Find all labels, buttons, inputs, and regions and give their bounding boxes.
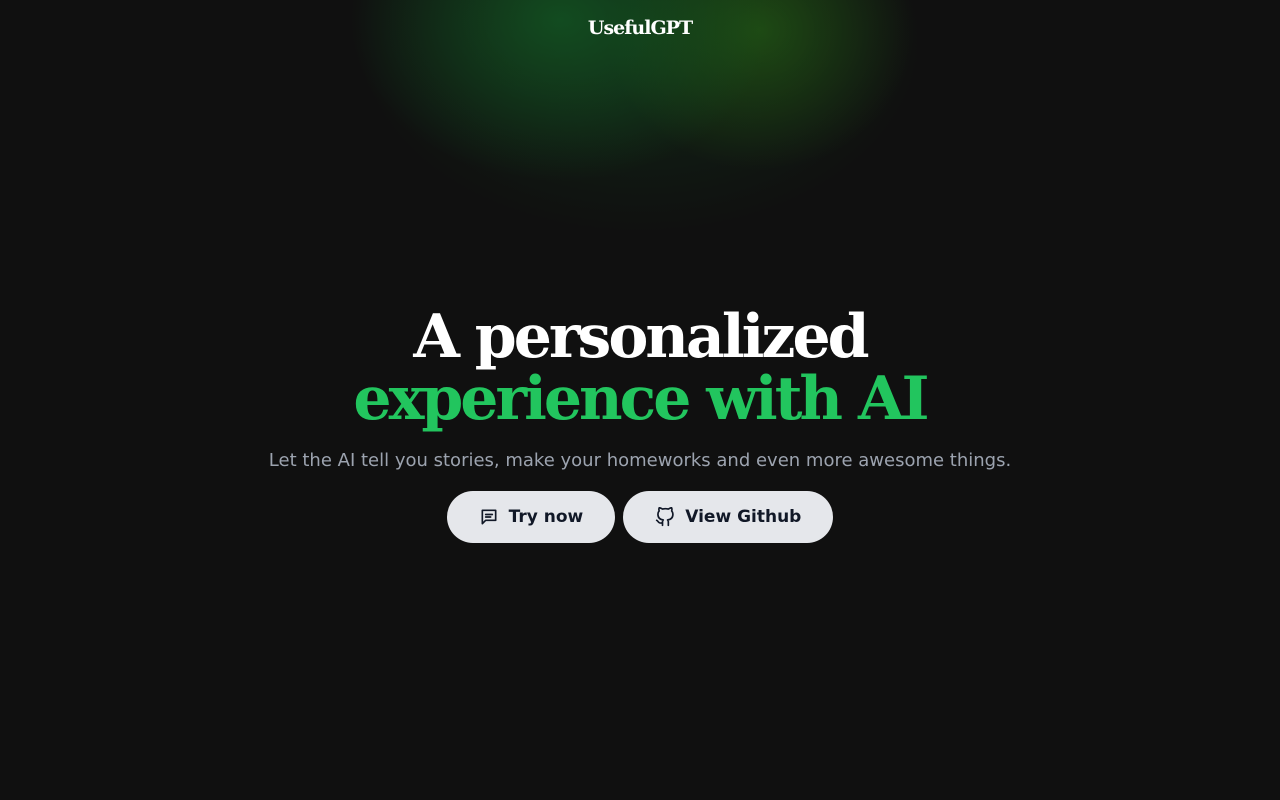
try-now-label: Try now	[508, 507, 584, 527]
message-icon	[479, 507, 499, 527]
try-now-button[interactable]: Try now	[446, 491, 616, 543]
hero-subtitle: Let the AI tell you stories, make your h…	[268, 450, 1012, 471]
github-icon	[655, 507, 675, 527]
logo[interactable]: UsefulGPT	[0, 17, 1280, 39]
headline-line-2: experience with AI	[353, 364, 929, 434]
hero-section: A personalized experience with AI Let th…	[0, 306, 1280, 543]
headline-line-1: A personalized	[413, 302, 869, 372]
view-github-button[interactable]: View Github	[623, 491, 834, 543]
view-github-label: View Github	[685, 507, 802, 527]
hero-actions: Try now View Github	[0, 491, 1280, 543]
headline: A personalized experience with AI	[0, 306, 1280, 430]
